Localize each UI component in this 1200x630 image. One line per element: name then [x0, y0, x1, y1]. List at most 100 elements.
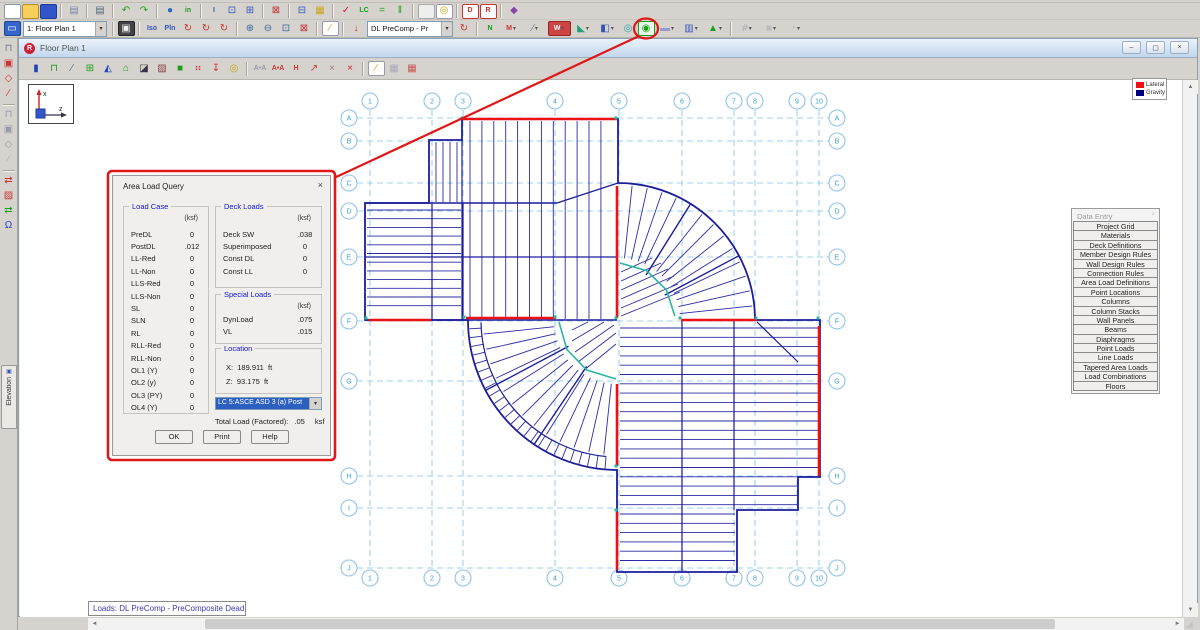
deck-green-icon[interactable]: ■ — [172, 61, 189, 76]
delete-gray-icon[interactable]: × — [324, 61, 341, 76]
apply-load-icon[interactable]: ↓ — [348, 21, 365, 36]
size-beams-icon[interactable]: A•A — [252, 61, 269, 76]
screen-view-icon[interactable]: ▭ — [4, 21, 21, 36]
add-point-load-icon[interactable]: ↧ — [208, 61, 225, 76]
deck-dark-icon[interactable]: ◪ — [136, 61, 153, 76]
cycle-load-icon[interactable]: ↻ — [456, 21, 473, 36]
scroll-right-icon[interactable]: ► — [1171, 618, 1184, 630]
chevron-down-icon[interactable]: ▾ — [773, 25, 776, 32]
steel-beam-icon[interactable]: I — [206, 4, 223, 19]
chevron-down-icon[interactable]: ▾ — [719, 25, 722, 32]
deck-triangle-icon[interactable]: ◣▾ — [572, 21, 595, 36]
wall-w-icon[interactable]: W▾ — [548, 21, 571, 36]
solid-view-icon[interactable]: ■▾ — [760, 21, 783, 36]
lock-icon[interactable]: Ω — [1, 219, 16, 233]
redraw-pencil-icon[interactable]: ∕ — [322, 21, 339, 36]
column-select-red-icon[interactable]: ▣ — [1, 57, 16, 71]
add-beam-icon[interactable]: ⊓ — [46, 61, 63, 76]
delete-red-icon[interactable]: × — [342, 61, 359, 76]
iso-view-icon[interactable]: Iso — [144, 21, 161, 36]
chevron-down-icon[interactable]: ▾ — [586, 25, 589, 32]
slope-view-icon[interactable]: ▲▾ — [704, 21, 727, 36]
grid-generate-icon[interactable]: ⊞ — [242, 4, 259, 19]
clock-history-icon[interactable]: ◔▾ — [784, 21, 807, 36]
scroll-left-icon[interactable]: ◄ — [88, 618, 101, 630]
plan-view-icon[interactable]: Pln — [162, 21, 179, 36]
chevron-down-icon[interactable]: ▾ — [561, 25, 564, 32]
report-preview-icon[interactable]: ◎ — [436, 4, 453, 19]
load-cases-lc-icon[interactable]: LC — [356, 4, 373, 19]
moment-m-icon[interactable]: M▾ — [500, 21, 523, 36]
member-line-icon[interactable]: ∕▾ — [524, 21, 547, 36]
globe-icon[interactable]: ● — [162, 4, 179, 19]
scrollbar-thumb[interactable] — [205, 619, 1055, 629]
chevron-down-icon[interactable]: ▾ — [695, 25, 698, 32]
size-joists-icon[interactable]: H — [288, 61, 305, 76]
brace-select-red-icon[interactable]: ∕ — [1, 87, 16, 101]
compass-icon[interactable]: ◎ — [620, 21, 637, 36]
view-selector[interactable]: 1: Floor Plan 1▾ — [23, 21, 107, 37]
deck-hatch-icon[interactable]: ▨ — [154, 61, 171, 76]
chevron-down-icon[interactable]: ▾ — [441, 22, 452, 36]
chevron-down-icon[interactable]: ▾ — [749, 25, 752, 32]
wall-select-red-icon[interactable]: ◇ — [1, 72, 16, 86]
window-titlebar[interactable]: R Floor Plan 1 – ▢ × — [19, 39, 1197, 58]
add-brace-icon[interactable]: ∕ — [64, 61, 81, 76]
layout-grid-icon[interactable]: ⊞ — [82, 61, 99, 76]
scroll-down-icon[interactable]: ▼ — [1183, 603, 1198, 617]
data-entry-floors[interactable]: Floors — [1073, 381, 1158, 391]
chevron-down-icon[interactable]: ▾ — [535, 25, 538, 32]
elevation-view-icon[interactable]: ⊟ — [294, 4, 311, 19]
add-triangle-icon[interactable]: ◭ — [100, 61, 117, 76]
load-combos-equals-icon[interactable]: = — [374, 4, 391, 19]
undo-icon[interactable]: ↶ — [118, 4, 135, 19]
help-button[interactable]: Help — [251, 430, 289, 444]
add-polygon-icon[interactable]: ⌂ — [118, 61, 135, 76]
chevron-down-icon[interactable]: ▾ — [797, 25, 800, 32]
spreadsheet-icon[interactable]: ▦ — [312, 4, 329, 19]
chevron-down-icon[interactable]: ▾ — [611, 25, 614, 32]
restore-button[interactable]: ▢ — [1146, 41, 1165, 54]
transfer-green-icon[interactable]: ⇄ — [1, 204, 16, 218]
new-file-icon[interactable] — [4, 4, 21, 19]
members-parallel-icon[interactable]: ‖ — [392, 4, 409, 19]
help-book-icon[interactable]: ◆ — [506, 4, 523, 19]
ok-button[interactable]: OK — [155, 430, 193, 444]
add-column-icon[interactable]: ▮ — [28, 61, 45, 76]
blank-page-icon[interactable] — [418, 4, 435, 19]
zoom-extents-icon[interactable]: ⊠ — [296, 21, 313, 36]
deck-square-icon[interactable]: ◧▾ — [596, 21, 619, 36]
design-d-icon[interactable]: D — [462, 4, 479, 19]
minimize-button[interactable]: – — [1122, 41, 1141, 54]
close-button[interactable]: × — [1170, 41, 1189, 54]
redo-icon[interactable]: ↷ — [136, 4, 153, 19]
print-icon[interactable]: ▤ — [92, 4, 109, 19]
data-entry-load-combinations[interactable]: Load Combinations — [1073, 371, 1158, 381]
save-file-icon[interactable] — [40, 4, 57, 19]
zoom-window-icon[interactable]: ⊡ — [278, 21, 295, 36]
show-grid-light-icon[interactable]: ▦ — [386, 61, 403, 76]
horizontal-scrollbar[interactable]: ◄ ► — [88, 618, 1184, 630]
rotate-z-icon[interactable]: ↻ — [216, 21, 233, 36]
snap-compass-icon[interactable]: ◎ — [226, 61, 243, 76]
design-r-icon[interactable]: R — [480, 4, 497, 19]
size-beams-red-icon[interactable]: A•A — [270, 61, 287, 76]
brace-select-gray-icon[interactable]: ∕ — [1, 153, 16, 167]
data-entry-tapered-area-loads[interactable]: Tapered Area Loads — [1073, 362, 1158, 372]
chevron-down-icon[interactable]: ▾ — [95, 22, 106, 36]
column-select-gray-icon[interactable]: ▣ — [1, 123, 16, 137]
elevation-tab[interactable]: ▣ Elevation — [1, 365, 17, 429]
snapshot-camera-icon[interactable]: ▣ — [118, 21, 135, 36]
print-button[interactable]: Print — [203, 430, 241, 444]
delete-grid-icon[interactable]: ⊠ — [268, 4, 285, 19]
vertical-scrollbar[interactable]: ▲ ▼ — [1182, 80, 1197, 617]
dialog-close-icon[interactable]: × — [318, 180, 323, 190]
load-case-selector[interactable]: DL PreComp - Pr▾ — [367, 21, 453, 37]
edit-pencil-icon[interactable]: ∕ — [368, 61, 385, 76]
wall-select-gray-icon[interactable]: ◇ — [1, 138, 16, 152]
chevron-down-icon[interactable]: ▾ — [513, 25, 516, 32]
beam-select-gray-icon[interactable]: ⊓ — [1, 108, 16, 122]
data-entry-member-design-rules[interactable]: Member Design Rules — [1073, 249, 1158, 259]
panel-close-icon[interactable]: × — [1151, 212, 1155, 218]
zoom-out-icon[interactable]: ⊖ — [260, 21, 277, 36]
